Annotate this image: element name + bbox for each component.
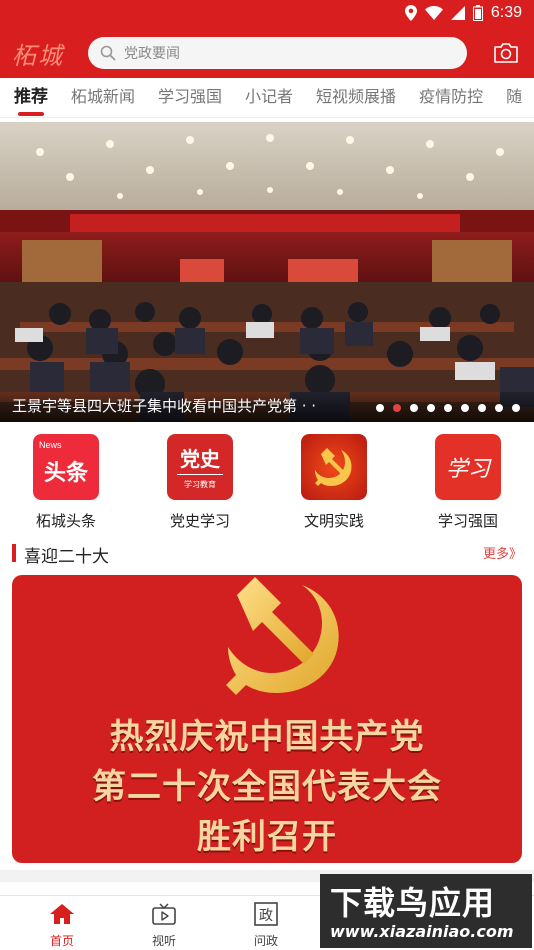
- watermark-url: www.xiazainiao.com: [330, 922, 514, 941]
- section-accent-bar: [12, 544, 16, 562]
- carousel-dot[interactable]: [512, 404, 520, 412]
- carousel-indicator: [376, 404, 520, 412]
- feature-poster[interactable]: 热烈庆祝中国共产党 第二十次全国代表大会 胜利召开: [12, 575, 522, 863]
- tab-short-video[interactable]: 短视频展播: [316, 78, 396, 117]
- carousel-dot[interactable]: [461, 404, 469, 412]
- nav-home[interactable]: 首页: [32, 902, 92, 949]
- tab-xuexi-qiangguo[interactable]: 学习强国: [158, 78, 222, 117]
- xuexi-icon: 学习: [435, 434, 501, 500]
- tab-zhecheng-news[interactable]: 柘城新闻: [71, 78, 135, 117]
- section-header: 喜迎二十大 更多》: [12, 542, 522, 567]
- svg-text:党史: 党史: [180, 447, 221, 471]
- headline-news-icon: News 头条: [33, 434, 99, 500]
- watermark-title: 下载鸟应用: [330, 884, 496, 922]
- poster-line-1: 热烈庆祝中国共产党: [109, 717, 425, 757]
- svg-text:News: News: [39, 440, 62, 450]
- nav-video[interactable]: 视听: [134, 902, 194, 949]
- shortcut-label: 文明实践: [303, 512, 364, 530]
- home-icon: [50, 904, 74, 924]
- nav-label: 视听: [151, 934, 176, 948]
- svg-text:政: 政: [259, 908, 273, 924]
- tab-recommend[interactable]: 推荐: [14, 78, 48, 117]
- tab-more-cut[interactable]: 随: [506, 78, 522, 117]
- shortcut-label: 学习强国: [437, 512, 498, 530]
- shortcut-headline[interactable]: News 头条 柘城头条: [16, 434, 116, 531]
- banner-carousel[interactable]: 王景宇等县四大班子集中收看中国共产党第 · ·: [0, 122, 534, 422]
- status-bar: 6:39: [0, 0, 534, 28]
- search-placeholder: 党政要闻: [124, 46, 180, 62]
- carousel-dot[interactable]: [478, 404, 486, 412]
- nav-label: 首页: [49, 934, 74, 948]
- party-history-icon: 党史 学习教育: [167, 434, 233, 500]
- location-icon: [404, 5, 417, 21]
- svg-text:头条: 头条: [44, 460, 89, 486]
- nav-label: 问政: [253, 934, 278, 948]
- shortcut-civilization[interactable]: 文明实践: [284, 434, 384, 531]
- app-logo: 柘城: [12, 42, 64, 70]
- signal-icon: [450, 6, 465, 20]
- shortcut-party-history[interactable]: 党史学习教育 党史学习: [150, 434, 250, 531]
- banner-caption: 王景宇等县四大班子集中收看中国共产党第 · ·: [12, 397, 317, 415]
- shortcut-xuexi[interactable]: 学习 学习强国: [418, 434, 518, 531]
- site-watermark: 下载鸟应用 www.xiazainiao.com: [320, 874, 532, 948]
- zheng-icon: 政: [254, 902, 278, 926]
- search-icon: [100, 45, 116, 61]
- status-icons: 6:39: [404, 4, 522, 22]
- poster-line-2: 第二十次全国代表大会: [92, 767, 442, 807]
- party-emblem-icon: [226, 577, 339, 695]
- clock: 6:39: [490, 4, 522, 21]
- svg-text:学习教育: 学习教育: [184, 479, 216, 489]
- carousel-dot[interactable]: [393, 404, 401, 412]
- carousel-dot[interactable]: [376, 404, 384, 412]
- carousel-dot[interactable]: [495, 404, 503, 412]
- nav-politics[interactable]: 政 问政: [236, 902, 296, 949]
- section-title: 喜迎二十大: [24, 547, 109, 567]
- poster-line-3: 胜利召开: [197, 817, 337, 857]
- category-tabs: 推荐 柘城新闻 学习强国 小记者 短视频展播 疫情防控 随: [0, 78, 534, 118]
- shortcut-label: 柘城头条: [35, 512, 96, 530]
- tv-play-icon: [152, 903, 176, 925]
- carousel-dot[interactable]: [427, 404, 435, 412]
- shortcut-label: 党史学习: [169, 512, 230, 530]
- shortcut-grid: News 头条 柘城头条 党史 学习教育 党史学习 文明实践 学习 学习强国: [0, 430, 534, 530]
- tab-epidemic[interactable]: 疫情防控: [419, 78, 483, 117]
- more-link[interactable]: 更多》: [483, 543, 522, 562]
- tab-active-indicator: [18, 111, 44, 116]
- search-bar[interactable]: 党政要闻: [88, 37, 467, 69]
- banner-image: [0, 122, 534, 422]
- carousel-dot[interactable]: [410, 404, 418, 412]
- app-header: 柘城 党政要闻: [0, 28, 534, 78]
- svg-text:学习: 学习: [446, 457, 492, 482]
- tab-young-reporter[interactable]: 小记者: [245, 78, 293, 117]
- camera-icon[interactable]: [492, 41, 520, 65]
- wifi-icon: [424, 6, 443, 20]
- battery-icon: [472, 5, 483, 21]
- hammer-sickle-icon: [301, 434, 367, 500]
- carousel-dot[interactable]: [444, 404, 452, 412]
